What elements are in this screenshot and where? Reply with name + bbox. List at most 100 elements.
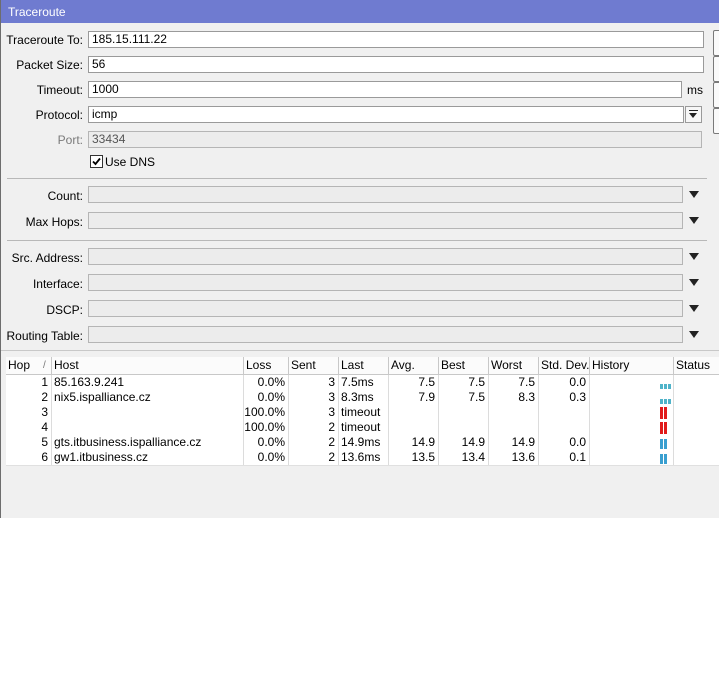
cell-stddev: 0.3 [539,390,590,405]
traceroute-window: Traceroute Traceroute To: 185.15.111.22 … [0,0,719,518]
dscp-input[interactable] [88,300,683,317]
cell-history [590,375,674,390]
traceroute-to-label: Traceroute To: [6,33,83,47]
cell-last: 8.3ms [339,390,389,405]
column-header-loss[interactable]: Loss [244,357,289,374]
count-label: Count: [47,189,83,203]
table-row[interactable]: 6 gw1.itbusiness.cz 0.0% 2 13.6ms 13.5 13.4 13.… [6,450,719,466]
table-row[interactable]: 5 gts.itbusiness.ispalliance.cz 0.0% 2 14.9m… [6,435,719,451]
cell-worst: 13.6 [489,450,539,465]
cell-status [674,390,719,405]
close-button[interactable] [713,82,719,108]
dscp-expand-icon[interactable] [689,305,699,312]
history-bar [660,454,663,464]
table-row[interactable]: 3 100.0% 3 timeout [6,405,719,421]
cell-avg [389,405,439,420]
cell-worst [489,420,539,435]
cell-sent: 2 [289,420,339,435]
cell-history [590,435,674,450]
cell-stddev: 0.1 [539,450,590,465]
cell-worst: 7.5 [489,375,539,390]
cell-history [590,405,674,420]
history-bar [664,407,667,419]
routing-table-input[interactable] [88,326,683,343]
cell-hop: 2 [6,390,52,405]
history-bar [664,439,667,449]
column-header-history[interactable]: History [590,357,674,374]
table-row[interactable]: 2 nix5.ispalliance.cz 0.0% 3 8.3ms 7.9 7.5 8.3 0… [6,390,719,406]
interface-input[interactable] [88,274,683,291]
column-header-best[interactable]: Best [439,357,489,374]
max-hops-expand-icon[interactable] [689,217,699,224]
cell-sent: 2 [289,435,339,450]
history-bar [660,407,663,419]
cell-history [590,420,674,435]
history-bar [664,399,667,404]
cell-worst: 8.3 [489,390,539,405]
divider [7,178,707,179]
cell-worst: 14.9 [489,435,539,450]
cell-stddev: 0.0 [539,375,590,390]
cell-best: 14.9 [439,435,489,450]
column-header-hop[interactable]: Hop / [6,357,52,374]
new-window-button[interactable] [713,108,719,134]
cell-avg: 14.9 [389,435,439,450]
stop-button[interactable] [713,56,719,82]
protocol-dropdown-button[interactable] [685,106,702,123]
src-address-expand-icon[interactable] [689,253,699,260]
interface-expand-icon[interactable] [689,279,699,286]
cell-stddev: 0.0 [539,435,590,450]
column-header-status[interactable]: Status [674,357,719,374]
window-title: Traceroute [8,5,66,19]
packet-size-input[interactable]: 56 [88,56,704,73]
column-header-last[interactable]: Last [339,357,389,374]
cell-hop: 1 [6,375,52,390]
cell-status [674,405,719,420]
start-button[interactable] [713,30,719,56]
protocol-select[interactable]: icmp [88,106,684,123]
cell-host: gts.itbusiness.ispalliance.cz [52,435,244,450]
interface-label: Interface: [32,277,83,291]
cell-hop: 3 [6,405,52,420]
cell-loss: 0.0% [244,375,289,390]
table-row[interactable]: 1 85.163.9.241 0.0% 3 7.5ms 7.5 7.5 7.5 0.0 [6,375,719,391]
cell-last: 7.5ms [339,375,389,390]
table-row[interactable]: 4 100.0% 2 timeout [6,420,719,436]
max-hops-input[interactable] [88,212,683,229]
cell-best [439,405,489,420]
count-expand-icon[interactable] [689,191,699,198]
src-address-input[interactable] [88,248,683,265]
cell-sent: 3 [289,405,339,420]
cell-host [52,420,244,435]
routing-table-expand-icon[interactable] [689,331,699,338]
cell-avg [389,420,439,435]
cell-status [674,435,719,450]
timeout-input[interactable]: 1000 [88,81,682,98]
cell-history [590,450,674,465]
use-dns-checkbox[interactable] [90,155,103,168]
cell-loss: 100.0% [244,420,289,435]
cell-sent: 3 [289,390,339,405]
column-header-worst[interactable]: Worst [489,357,539,374]
history-bar [664,454,667,464]
column-header-sent[interactable]: Sent [289,357,339,374]
cell-host [52,405,244,420]
cell-best [439,420,489,435]
cell-status [674,450,719,465]
column-header-avg[interactable]: Avg. [389,357,439,374]
packet-size-label: Packet Size: [16,58,83,72]
cell-host: nix5.ispalliance.cz [52,390,244,405]
timeout-unit: ms [687,83,703,97]
cell-hop: 6 [6,450,52,465]
protocol-label: Protocol: [35,108,83,122]
cell-hop: 5 [6,435,52,450]
cell-status [674,420,719,435]
column-header-std-dev[interactable]: Std. Dev. [539,357,590,374]
column-header-host[interactable]: Host [52,357,244,374]
src-address-label: Src. Address: [11,251,83,265]
traceroute-to-input[interactable]: 185.15.111.22 [88,31,704,48]
title-bar[interactable]: Traceroute [1,0,719,23]
count-input[interactable] [88,186,683,203]
cell-last: 13.6ms [339,450,389,465]
history-bar [660,439,663,449]
